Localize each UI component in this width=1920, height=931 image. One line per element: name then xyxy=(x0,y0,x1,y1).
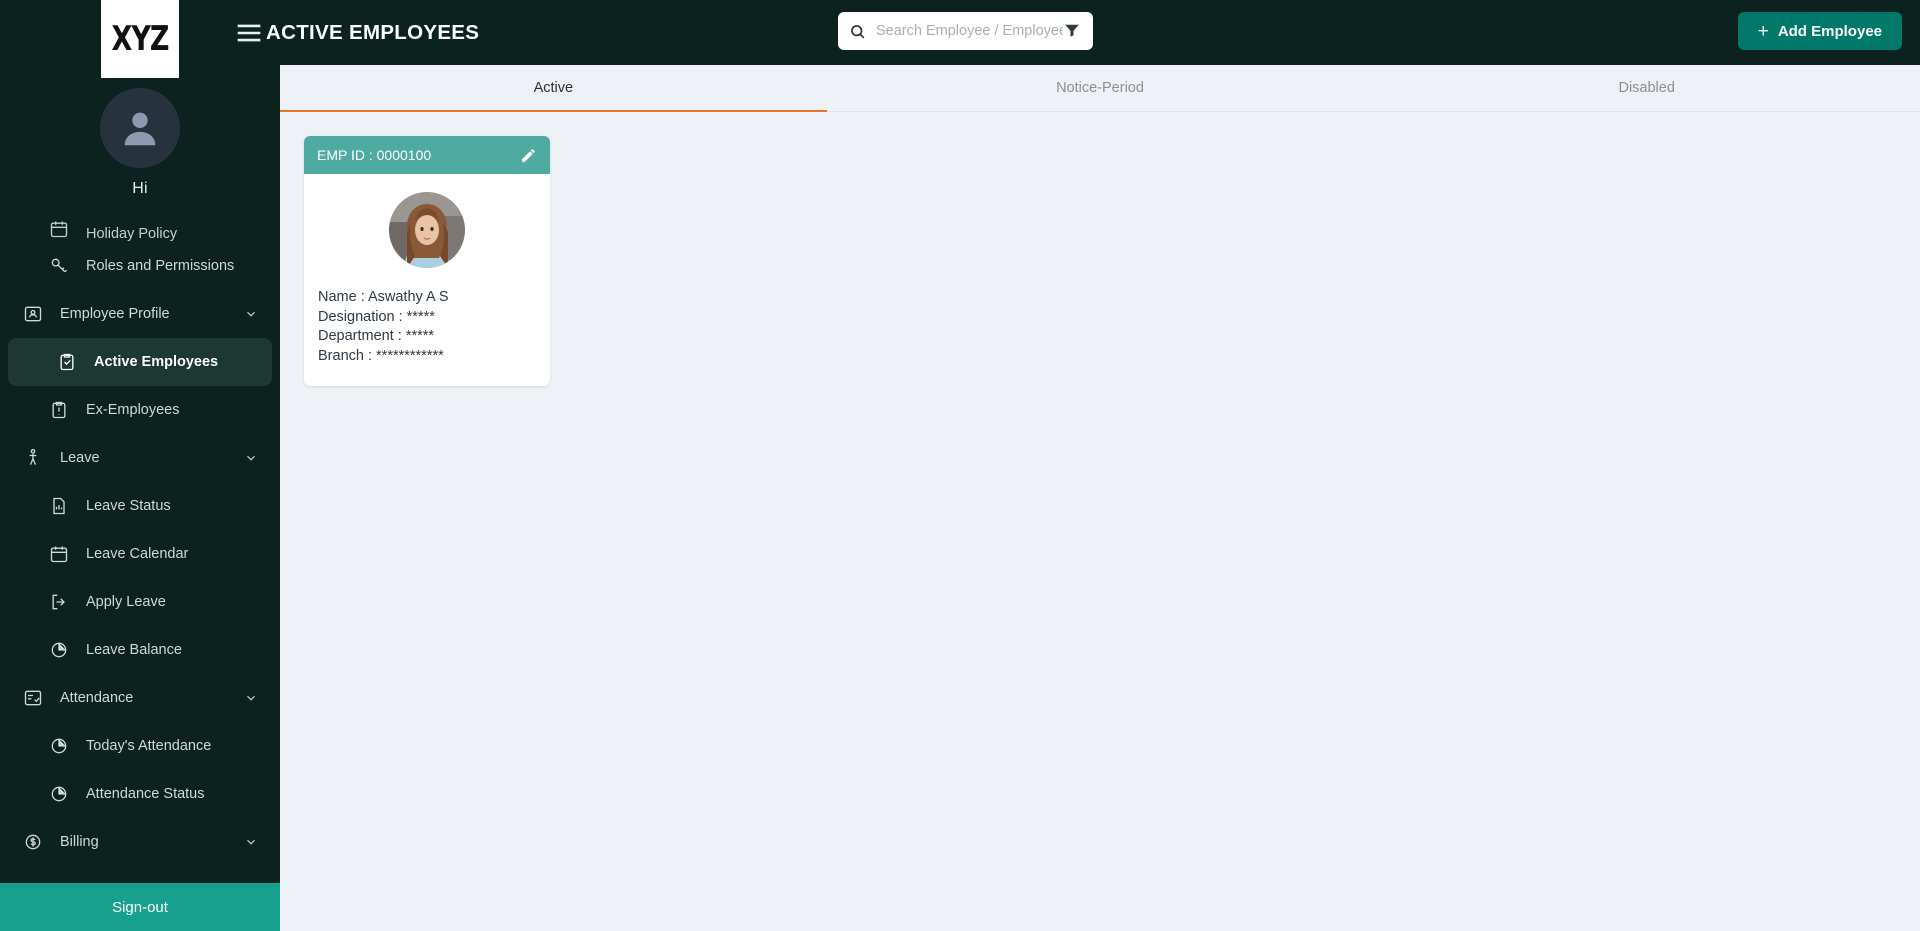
search-input[interactable] xyxy=(876,23,1063,39)
sidebar-nav: Holiday Policy Roles and Permissions Emp… xyxy=(0,212,280,866)
sidebar-item-label: Active Employees xyxy=(94,354,219,370)
tab-label: Active xyxy=(533,80,574,96)
chevron-down-icon xyxy=(244,451,258,465)
sidebar-item-leave[interactable]: Leave xyxy=(0,434,280,482)
sidebar-item-label: Ex-Employees xyxy=(86,402,180,418)
employee-photo xyxy=(389,192,465,268)
sidebar-item-label: Apply Leave xyxy=(86,594,166,610)
sidebar-item-label: Holiday Policy xyxy=(86,226,178,242)
sidebar-item-attendance[interactable]: Attendance xyxy=(0,674,280,722)
list-check-icon xyxy=(20,685,46,711)
sidebar-item-holiday-policy[interactable]: Holiday Policy xyxy=(0,212,280,242)
walking-person-icon xyxy=(20,445,46,471)
sidebar-item-leave-balance[interactable]: Leave Balance xyxy=(0,626,280,674)
add-employee-button[interactable]: + Add Employee xyxy=(1737,12,1902,50)
tab-label: Notice-Period xyxy=(1056,80,1144,96)
tab-active[interactable]: Active xyxy=(280,65,827,112)
sidebar-item-attendance-status[interactable]: Attendance Status xyxy=(0,770,280,818)
sign-out-button[interactable]: Sign-out xyxy=(0,883,280,931)
sidebar: XYZ Hi Holiday Policy Roles and Permissi… xyxy=(0,0,280,931)
sidebar-item-label: Billing xyxy=(60,834,99,850)
sidebar-item-label: Leave Status xyxy=(86,498,171,514)
greeting-text: Hi xyxy=(132,180,148,197)
sidebar-item-ex-employees[interactable]: Ex-Employees xyxy=(0,386,280,434)
employee-card-details: Name : Aswathy A S Designation : ***** D… xyxy=(304,288,550,366)
pencil-edit-icon[interactable] xyxy=(520,147,537,164)
id-card-icon xyxy=(20,301,46,327)
chevron-down-icon xyxy=(244,307,258,321)
emp-id-label: EMP ID : 0000100 xyxy=(317,147,432,163)
avatar xyxy=(0,88,280,168)
pie-chart-icon xyxy=(46,781,72,807)
brand-logo[interactable]: XYZ xyxy=(101,0,179,78)
employee-branch: Branch : ************ xyxy=(318,347,444,364)
search-icon xyxy=(848,22,867,41)
sidebar-item-label: Attendance Status xyxy=(86,786,205,802)
dollar-circle-icon xyxy=(20,829,46,855)
employee-photo-wrap xyxy=(304,192,550,268)
tab-disabled[interactable]: Disabled xyxy=(1373,65,1920,111)
sidebar-item-roles-and-permissions[interactable]: Roles and Permissions xyxy=(0,242,280,290)
app-root: XYZ Hi Holiday Policy Roles and Permissi… xyxy=(0,0,1920,931)
plus-icon: + xyxy=(1757,20,1769,42)
calendar-icon xyxy=(46,541,72,567)
hamburger-icon[interactable] xyxy=(232,16,266,50)
calendar-icon xyxy=(46,216,72,242)
chevron-down-icon xyxy=(244,691,258,705)
sidebar-item-apply-leave[interactable]: Apply Leave xyxy=(0,578,280,626)
sidebar-item-label: Attendance xyxy=(60,690,134,706)
chevron-down-icon xyxy=(244,835,258,849)
logout-arrow-icon xyxy=(46,589,72,615)
sign-out-label: Sign-out xyxy=(112,898,168,916)
main-area: ACTIVE EMPLOYEES + Add Employee Active xyxy=(237,0,1920,931)
sidebar-item-active-employees[interactable]: Active Employees xyxy=(8,338,272,386)
filter-funnel-icon[interactable] xyxy=(1063,21,1083,41)
clipboard-alert-icon xyxy=(46,397,72,423)
add-employee-label: Add Employee xyxy=(1777,22,1882,40)
page-title: ACTIVE EMPLOYEES xyxy=(266,20,480,44)
brand-logo-text: XYZ xyxy=(111,19,170,59)
employee-department: Department : ***** xyxy=(318,328,435,345)
sidebar-item-employee-profile[interactable]: Employee Profile xyxy=(0,290,280,338)
document-chart-icon xyxy=(46,493,72,519)
sidebar-item-todays-attendance[interactable]: Today's Attendance xyxy=(0,722,280,770)
employee-card-header: EMP ID : 0000100 xyxy=(304,136,550,174)
tab-notice-period[interactable]: Notice-Period xyxy=(827,65,1374,111)
employee-name: Name : Aswathy A S xyxy=(318,289,449,305)
top-header: ACTIVE EMPLOYEES + Add Employee xyxy=(237,0,1920,65)
user-avatar-icon xyxy=(100,88,180,168)
employee-card[interactable]: EMP ID : 0000100 Name: Aswathy A S Desi… xyxy=(304,136,550,387)
sidebar-item-leave-status[interactable]: Leave Status xyxy=(0,482,280,530)
search-box[interactable] xyxy=(838,12,1093,50)
pie-chart-icon xyxy=(46,637,72,663)
sidebar-item-label: Today's Attendance xyxy=(86,738,212,754)
pie-chart-icon xyxy=(46,733,72,759)
sidebar-item-leave-calendar[interactable]: Leave Calendar xyxy=(0,530,280,578)
key-icon xyxy=(46,253,72,279)
sidebar-item-label: Leave Calendar xyxy=(86,546,189,562)
sidebar-item-label: Leave xyxy=(60,450,100,466)
employee-designation: Designation : ***** xyxy=(318,308,435,325)
clipboard-check-icon xyxy=(54,349,80,375)
sidebar-item-label: Employee Profile xyxy=(60,306,170,322)
employee-status-tabs: Active Notice-Period Disabled xyxy=(280,65,1920,112)
employee-card-body: Name : Aswathy A S Designation : ***** D… xyxy=(304,174,550,386)
employee-card-grid: EMP ID : 0000100 Name: Aswathy A S Desi… xyxy=(280,112,1920,931)
sidebar-item-label: Roles and Permissions xyxy=(86,258,235,274)
tab-label: Disabled xyxy=(1618,80,1675,96)
sidebar-item-label: Leave Balance xyxy=(86,642,182,658)
sidebar-item-billing[interactable]: Billing xyxy=(0,818,280,866)
